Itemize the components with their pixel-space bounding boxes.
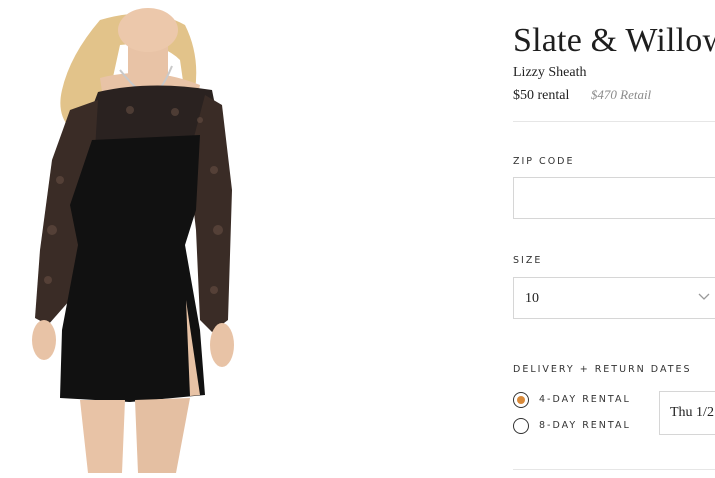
4-day-rental-label[interactable]: 4-DAY RENTAL (539, 394, 631, 405)
brand-name[interactable]: Slate & Willow (513, 22, 715, 60)
chevron-down-icon (698, 293, 710, 300)
size-value: 10 (525, 291, 539, 306)
divider (513, 469, 715, 470)
zip-code-label: ZIP CODE (513, 156, 575, 167)
rental-price: $50 rental (513, 88, 570, 103)
product-details: Slate & Willow Lizzy Sheath $50 rental $… (513, 0, 715, 473)
price-row: $50 rental $470 Retail (513, 87, 651, 104)
zip-code-input[interactable] (513, 177, 715, 219)
delivery-dates-label: DELIVERY + RETURN DATES (513, 364, 692, 375)
8-day-rental-label[interactable]: 8-DAY RENTAL (539, 420, 631, 431)
product-name: Lizzy Sheath (513, 65, 587, 80)
radio-4-day-rental[interactable] (513, 392, 529, 408)
size-select[interactable]: 10 (513, 277, 715, 319)
size-label: SIZE (513, 255, 543, 266)
divider (513, 121, 715, 122)
product-photo (0, 0, 290, 473)
retail-price: $470 Retail (590, 87, 652, 102)
delivery-date-select[interactable]: Thu 1/2 (659, 391, 715, 435)
radio-8-day-rental[interactable] (513, 418, 529, 434)
model-illustration (32, 8, 234, 473)
